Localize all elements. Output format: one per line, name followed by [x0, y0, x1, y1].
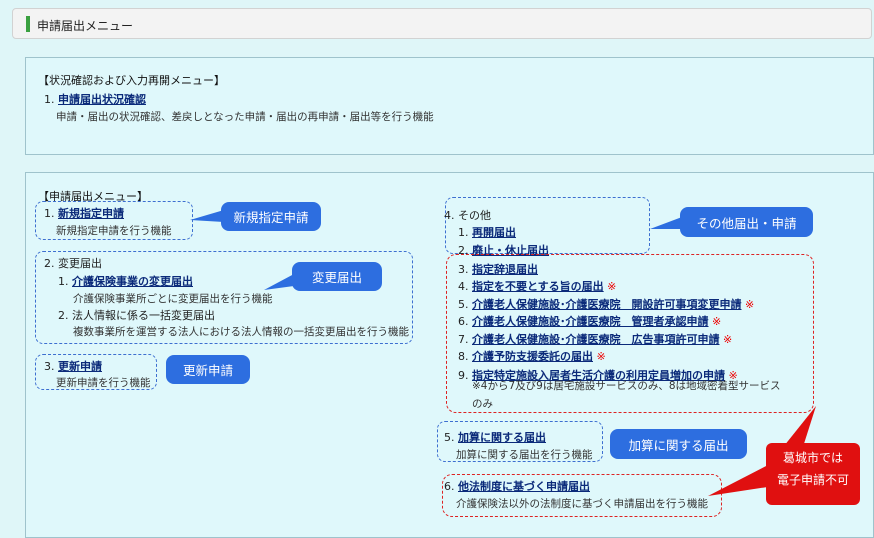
item-number: 1.: [44, 207, 55, 220]
menu-item-renewal: 3. 更新申請: [44, 358, 102, 374]
callout-city-line-1: 葛城市では: [782, 451, 843, 465]
insurance-change-link[interactable]: 介護保険事業の変更届出: [72, 275, 193, 288]
menu-item-change: 2. 変更届出: [44, 255, 102, 271]
change-sub-item-2: 2. 法人情報に係る一括変更届出: [58, 307, 215, 323]
other-label: その他: [458, 209, 491, 222]
title-accent-bar: [26, 16, 30, 32]
menu-item-addition: 5. 加算に関する届出: [444, 429, 546, 445]
menu-item-other: 4. その他: [444, 207, 491, 223]
callout-change: 変更届出: [292, 262, 382, 291]
item-number: 1.: [458, 226, 469, 239]
renewal-desc: 更新申請を行う機能: [56, 377, 151, 389]
renewal-link[interactable]: 更新申請: [58, 360, 102, 373]
callout-renewal: 更新申請: [166, 355, 250, 384]
new-application-desc: 新規指定申請を行う機能: [56, 225, 172, 237]
item-number: 4.: [444, 209, 455, 222]
menu-item-new: 1. 新規指定申請: [44, 205, 124, 221]
callout-new-application: 新規指定申請: [221, 202, 321, 231]
item-number: 6.: [444, 480, 455, 493]
callout-other-pointer: [650, 217, 682, 229]
callout-other: その他届出・申請: [680, 207, 813, 237]
other-law-application-link[interactable]: 他法制度に基づく申請届出: [458, 480, 590, 493]
page-title: 申請届出メニュー: [37, 19, 134, 33]
item-number: 2.: [58, 309, 69, 322]
item-number: 2.: [44, 257, 55, 270]
callout-city-unavailable: 葛城市では 電子申請不可: [766, 443, 860, 505]
menu-title-bar: 申請届出メニュー: [12, 8, 872, 39]
callout-change-pointer: [264, 274, 294, 290]
menu-item-other-law: 6. 他法制度に基づく申請届出: [444, 478, 590, 494]
addition-notice-desc: 加算に関する届出を行う機能: [456, 449, 593, 461]
callout-new-pointer: [190, 210, 224, 222]
item-number: 5.: [444, 431, 455, 444]
status-item-number: 1.: [44, 93, 55, 106]
insurance-change-desc: 介護保険事業所ごとに変更届出を行う機能: [73, 293, 273, 305]
item-number: 1.: [58, 275, 69, 288]
new-application-link[interactable]: 新規指定申請: [58, 207, 124, 220]
status-item-desc: 申請・届出の状況確認、差戻しとなった申請・届出の再申請・届出等を行う機能: [56, 111, 434, 123]
item-number: 3.: [44, 360, 55, 373]
status-check-link[interactable]: 申請届出状況確認: [58, 93, 146, 106]
status-menu-heading: 【状況確認および入力再開メニュー】: [38, 74, 225, 87]
addition-notice-link[interactable]: 加算に関する届出: [458, 431, 546, 444]
callout-city-line-2: 電子申請不可: [776, 473, 849, 487]
status-item: 1. 申請届出状況確認: [44, 91, 146, 107]
other-law-desc: 介護保険法以外の法制度に基づく申請届出を行う機能: [456, 498, 708, 510]
corporate-bulk-change-label: 法人情報に係る一括変更届出: [72, 309, 215, 322]
not-available-highlight: [446, 254, 814, 413]
change-sub-item-1: 1. 介護保険事業の変更届出: [58, 273, 193, 289]
corporate-bulk-change-desc: 複数事業所を運営する法人における法人情報の一括変更届出を行う機能: [73, 326, 409, 338]
resume-notice-link[interactable]: 再開届出: [472, 226, 516, 239]
change-label: 変更届出: [58, 257, 102, 270]
